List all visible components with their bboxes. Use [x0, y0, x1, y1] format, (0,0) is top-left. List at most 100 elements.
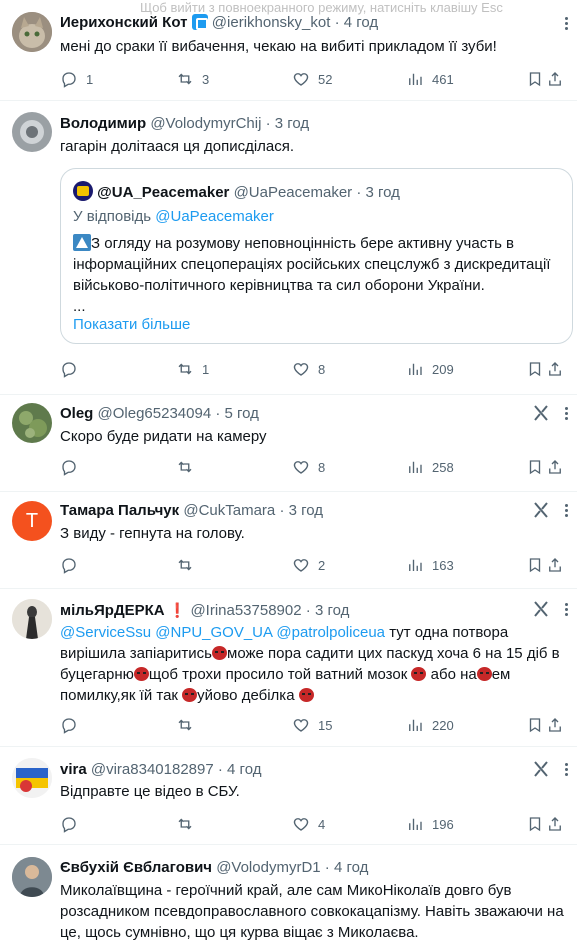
like-button[interactable]: 4 [292, 814, 325, 834]
repost-button[interactable] [176, 715, 194, 735]
like-button[interactable]: 15 [292, 715, 332, 735]
author-handle[interactable]: @CukTamara [183, 502, 275, 519]
more-options-icon[interactable] [559, 599, 573, 619]
mention-link[interactable]: @ServiceSsu [60, 624, 151, 641]
reply-button[interactable] [60, 457, 78, 477]
reply-button[interactable] [60, 555, 78, 575]
like-button[interactable]: 52 [292, 69, 332, 89]
grok-icon[interactable] [531, 759, 551, 779]
repost-button[interactable]: 1 [176, 359, 209, 379]
tweet-oleg[interactable]: Oleg @Oleg65234094 · 5 год Скоро буде ри… [0, 395, 577, 492]
quoted-avatar[interactable] [73, 181, 93, 201]
more-options-icon[interactable] [559, 500, 573, 520]
like-button[interactable]: 8 [292, 359, 325, 379]
tweet-text-part: або на [430, 666, 477, 683]
share-button[interactable] [546, 715, 564, 735]
mention-link[interactable]: @NPU_GOV_UA [155, 624, 272, 641]
quoted-timestamp[interactable]: 3 год [366, 184, 400, 201]
like-button[interactable]: 8 [292, 457, 325, 477]
angry-face-emoji-icon [212, 646, 227, 660]
bookmark-button[interactable] [526, 69, 544, 89]
tweet-tamara[interactable]: T Тамара Пальчук @CukTamara · 3 год З ви… [0, 492, 577, 589]
author-handle[interactable]: @Irina53758902 [190, 602, 301, 619]
repost-button[interactable] [176, 814, 194, 834]
author-handle[interactable]: @Oleg65234094 [98, 405, 212, 422]
share-button[interactable] [546, 457, 564, 477]
share-icon [549, 72, 561, 86]
tweet-ierikhonsky[interactable]: Иерихонский Кот @ierikhonsky_kot · 4 год… [0, 0, 577, 101]
more-options-icon[interactable] [559, 759, 573, 779]
separator: · [279, 502, 285, 519]
tweet-vira[interactable]: vira @vira8340182897 · 4 год Відправте ц… [0, 747, 577, 845]
avatar[interactable] [12, 599, 52, 639]
avatar[interactable]: T [12, 501, 52, 541]
repost-button[interactable] [176, 457, 194, 477]
timestamp[interactable]: 4 год [334, 859, 368, 876]
avatar[interactable] [12, 12, 52, 52]
share-icon [549, 718, 561, 732]
views-button[interactable]: 220 [406, 715, 454, 735]
quoted-author-name[interactable]: @UA_Peacemaker [97, 184, 229, 201]
separator: · [334, 14, 340, 31]
author-handle[interactable]: @ierikhonsky_kot [212, 14, 331, 31]
views-button[interactable]: 209 [406, 359, 454, 379]
timestamp[interactable]: 5 год [225, 405, 259, 422]
tweet-volodymyr[interactable]: Володимир @VolodymyrChij · 3 год гагарін… [0, 101, 577, 395]
grok-icon[interactable] [531, 403, 551, 423]
bookmark-button[interactable] [526, 457, 544, 477]
reply-to-handle[interactable]: @UaPeacemaker [155, 208, 274, 225]
views-button[interactable]: 258 [406, 457, 454, 477]
mention-link[interactable]: @patrolpoliceua [276, 624, 385, 641]
tweet-yevbukhii[interactable]: Євбухій Євблагович @VolodymyrD1 · 4 год … [0, 845, 577, 948]
author-name[interactable]: Володимир [60, 115, 146, 132]
tweet-milyarderka[interactable]: мільЯрДЕРКА ❗ @Irina53758902 · 3 год @Se… [0, 589, 577, 747]
author-name[interactable]: мільЯрДЕРКА [60, 602, 165, 619]
reply-button[interactable] [60, 814, 78, 834]
timestamp[interactable]: 3 год [289, 502, 323, 519]
author-handle[interactable]: @vira8340182897 [91, 761, 214, 778]
author-name[interactable]: Иерихонский Кот [60, 14, 187, 31]
views-button[interactable]: 163 [406, 555, 454, 575]
separator: · [265, 115, 271, 132]
share-button[interactable] [546, 814, 564, 834]
author-name[interactable]: Тамара Пальчук [60, 502, 179, 519]
bookmark-button[interactable] [526, 814, 544, 834]
bookmark-button[interactable] [526, 359, 544, 379]
avatar[interactable] [12, 857, 52, 897]
reply-icon [62, 558, 76, 574]
like-button[interactable]: 2 [292, 555, 325, 575]
timestamp[interactable]: 3 год [315, 602, 349, 619]
share-button[interactable] [546, 359, 564, 379]
repost-button[interactable] [176, 555, 194, 575]
author-name[interactable]: Євбухій Євблагович [60, 859, 212, 876]
reply-button[interactable] [60, 715, 78, 735]
author-name[interactable]: vira [60, 761, 87, 778]
reply-button[interactable] [60, 359, 78, 379]
tweet-text: Скоро буде ридати на камеру [60, 428, 267, 445]
repost-button[interactable]: 3 [176, 69, 209, 89]
more-options-icon[interactable] [559, 403, 573, 423]
more-options-icon[interactable] [559, 13, 573, 33]
grok-icon[interactable] [531, 599, 551, 619]
views-button[interactable]: 461 [406, 69, 454, 89]
bookmark-button[interactable] [526, 715, 544, 735]
angry-face-emoji-icon [182, 688, 198, 702]
quoted-tweet[interactable]: @UA_Peacemaker @UaPeacemaker · 3 год У в… [60, 168, 573, 344]
timestamp[interactable]: 4 год [344, 14, 378, 31]
author-handle[interactable]: @VolodymyrD1 [216, 859, 320, 876]
author-handle[interactable]: @VolodymyrChij [150, 115, 261, 132]
author-name[interactable]: Oleg [60, 405, 93, 422]
grok-icon[interactable] [531, 500, 551, 520]
quoted-author-handle[interactable]: @UaPeacemaker [234, 184, 353, 201]
avatar[interactable] [12, 758, 52, 798]
avatar[interactable] [12, 112, 52, 152]
share-button[interactable] [546, 69, 564, 89]
avatar[interactable] [12, 403, 52, 443]
timestamp[interactable]: 3 год [275, 115, 309, 132]
bookmark-button[interactable] [526, 555, 544, 575]
timestamp[interactable]: 4 год [227, 761, 261, 778]
views-button[interactable]: 196 [406, 814, 454, 834]
reply-button[interactable]: 1 [60, 69, 93, 89]
share-button[interactable] [546, 555, 564, 575]
show-more-link[interactable]: Показати більше [73, 316, 190, 333]
